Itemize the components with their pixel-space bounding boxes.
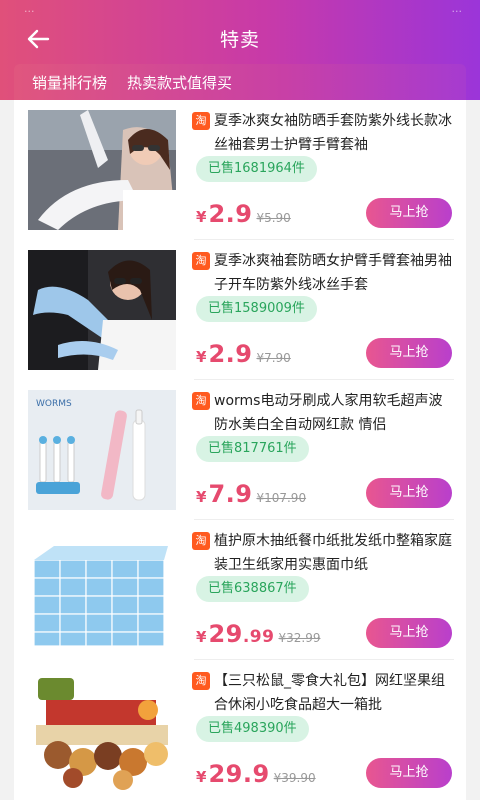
brand-logo-text: WORMS <box>36 399 72 409</box>
original-price: ¥5.90 <box>256 211 291 225</box>
buy-now-button[interactable]: 马上抢 <box>366 758 452 788</box>
sale-price: 2.9 <box>208 200 253 228</box>
product-title[interactable]: worms电动牙刷成人家用软毛超声波防水美白全自动网红款 情侣 <box>214 389 454 437</box>
sold-badge: 已售638867件 <box>196 576 309 602</box>
sale-price-decimal: .99 <box>242 627 275 647</box>
sale-price: 29.9 <box>208 760 270 788</box>
product-image-electric-toothbrush[interactable]: WORMS <box>28 390 176 510</box>
sale-price: 7.9 <box>208 480 253 508</box>
product-list[interactable]: 淘 夏季冰爽女袖防晒手套防紫外线长款冰丝袖套男士护臂手臂套袖 已售1681964… <box>14 100 466 800</box>
tab-hot-styles[interactable]: 热卖款式值得买 <box>127 72 232 93</box>
sold-badge: 已售1589009件 <box>196 296 317 322</box>
taobao-icon: 淘 <box>192 112 210 130</box>
product-card[interactable]: 淘 植护原木抽纸餐巾纸批发纸巾整箱家庭装卫生纸家用实惠面巾纸 已售638867件… <box>14 520 466 660</box>
product-title[interactable]: 夏季冰爽女袖防晒手套防紫外线长款冰丝袖套男士护臂手臂套袖 <box>214 109 454 157</box>
product-title[interactable]: 【三只松鼠_零食大礼包】网红坚果组合休闲小吃食品超大一箱批 <box>214 669 454 717</box>
price-row: ¥ 2.9 ¥7.90 <box>196 340 291 368</box>
sold-badge: 已售817761件 <box>196 436 309 462</box>
currency-symbol: ¥ <box>196 208 207 226</box>
taobao-icon: 淘 <box>192 532 210 550</box>
sold-badge: 已售1681964件 <box>196 156 317 182</box>
subtab-bar: 销量排行榜 热卖款式值得买 <box>14 64 466 100</box>
original-price: ¥7.90 <box>256 351 291 365</box>
original-price: ¥32.99 <box>278 631 321 645</box>
product-title[interactable]: 植护原木抽纸餐巾纸批发纸巾整箱家庭装卫生纸家用实惠面巾纸 <box>214 529 454 577</box>
sale-price: 2.9 <box>208 340 253 368</box>
product-image-arm-sleeve-driving[interactable] <box>28 250 176 370</box>
product-image-snack-gift-box[interactable] <box>28 670 176 790</box>
currency-symbol: ¥ <box>196 348 207 366</box>
buy-now-button[interactable]: 马上抢 <box>366 478 452 508</box>
taobao-icon: 淘 <box>192 672 210 690</box>
original-price: ¥107.90 <box>256 491 307 505</box>
tab-sales-ranking[interactable]: 销量排行榜 <box>32 72 107 93</box>
buy-now-button[interactable]: 马上抢 <box>366 338 452 368</box>
page-title: 特卖 <box>219 29 260 51</box>
product-image-tissue-boxes[interactable] <box>28 530 176 650</box>
price-row: ¥ 29.9 ¥39.90 <box>196 760 316 788</box>
currency-symbol: ¥ <box>196 488 207 506</box>
product-card[interactable]: 淘 夏季冰爽女袖防晒手套防紫外线长款冰丝袖套男士护臂手臂套袖 已售1681964… <box>14 100 466 240</box>
price-row: ¥ 29 .99 ¥32.99 <box>196 620 320 648</box>
taobao-icon: 淘 <box>192 392 210 410</box>
buy-now-button[interactable]: 马上抢 <box>366 618 452 648</box>
product-title[interactable]: 夏季冰爽袖套防晒女护臂手臂套袖男袖子开车防紫外线冰丝手套 <box>214 249 454 297</box>
sale-price: 29 <box>208 620 243 648</box>
product-card[interactable]: 淘 【三只松鼠_零食大礼包】网红坚果组合休闲小吃食品超大一箱批 已售498390… <box>14 660 466 800</box>
product-card[interactable]: WORMS 淘 worms电动牙刷成人家用软毛超声波防水美白全自动网红款 情侣 … <box>14 380 466 520</box>
currency-symbol: ¥ <box>196 628 207 646</box>
price-row: ¥ 2.9 ¥5.90 <box>196 200 291 228</box>
price-row: ¥ 7.9 ¥107.90 <box>196 480 306 508</box>
status-time: ... <box>24 2 35 15</box>
buy-now-button[interactable]: 马上抢 <box>366 198 452 228</box>
status-bar: ... ... <box>0 0 480 20</box>
product-card[interactable]: 淘 夏季冰爽袖套防晒女护臂手臂套袖男袖子开车防紫外线冰丝手套 已售1589009… <box>14 240 466 380</box>
product-image-arm-sleeve-woman[interactable] <box>28 110 176 230</box>
currency-symbol: ¥ <box>196 768 207 786</box>
sold-badge: 已售498390件 <box>196 716 309 742</box>
taobao-icon: 淘 <box>192 252 210 270</box>
status-indicators: ... <box>451 2 463 15</box>
original-price: ¥39.90 <box>273 771 316 785</box>
